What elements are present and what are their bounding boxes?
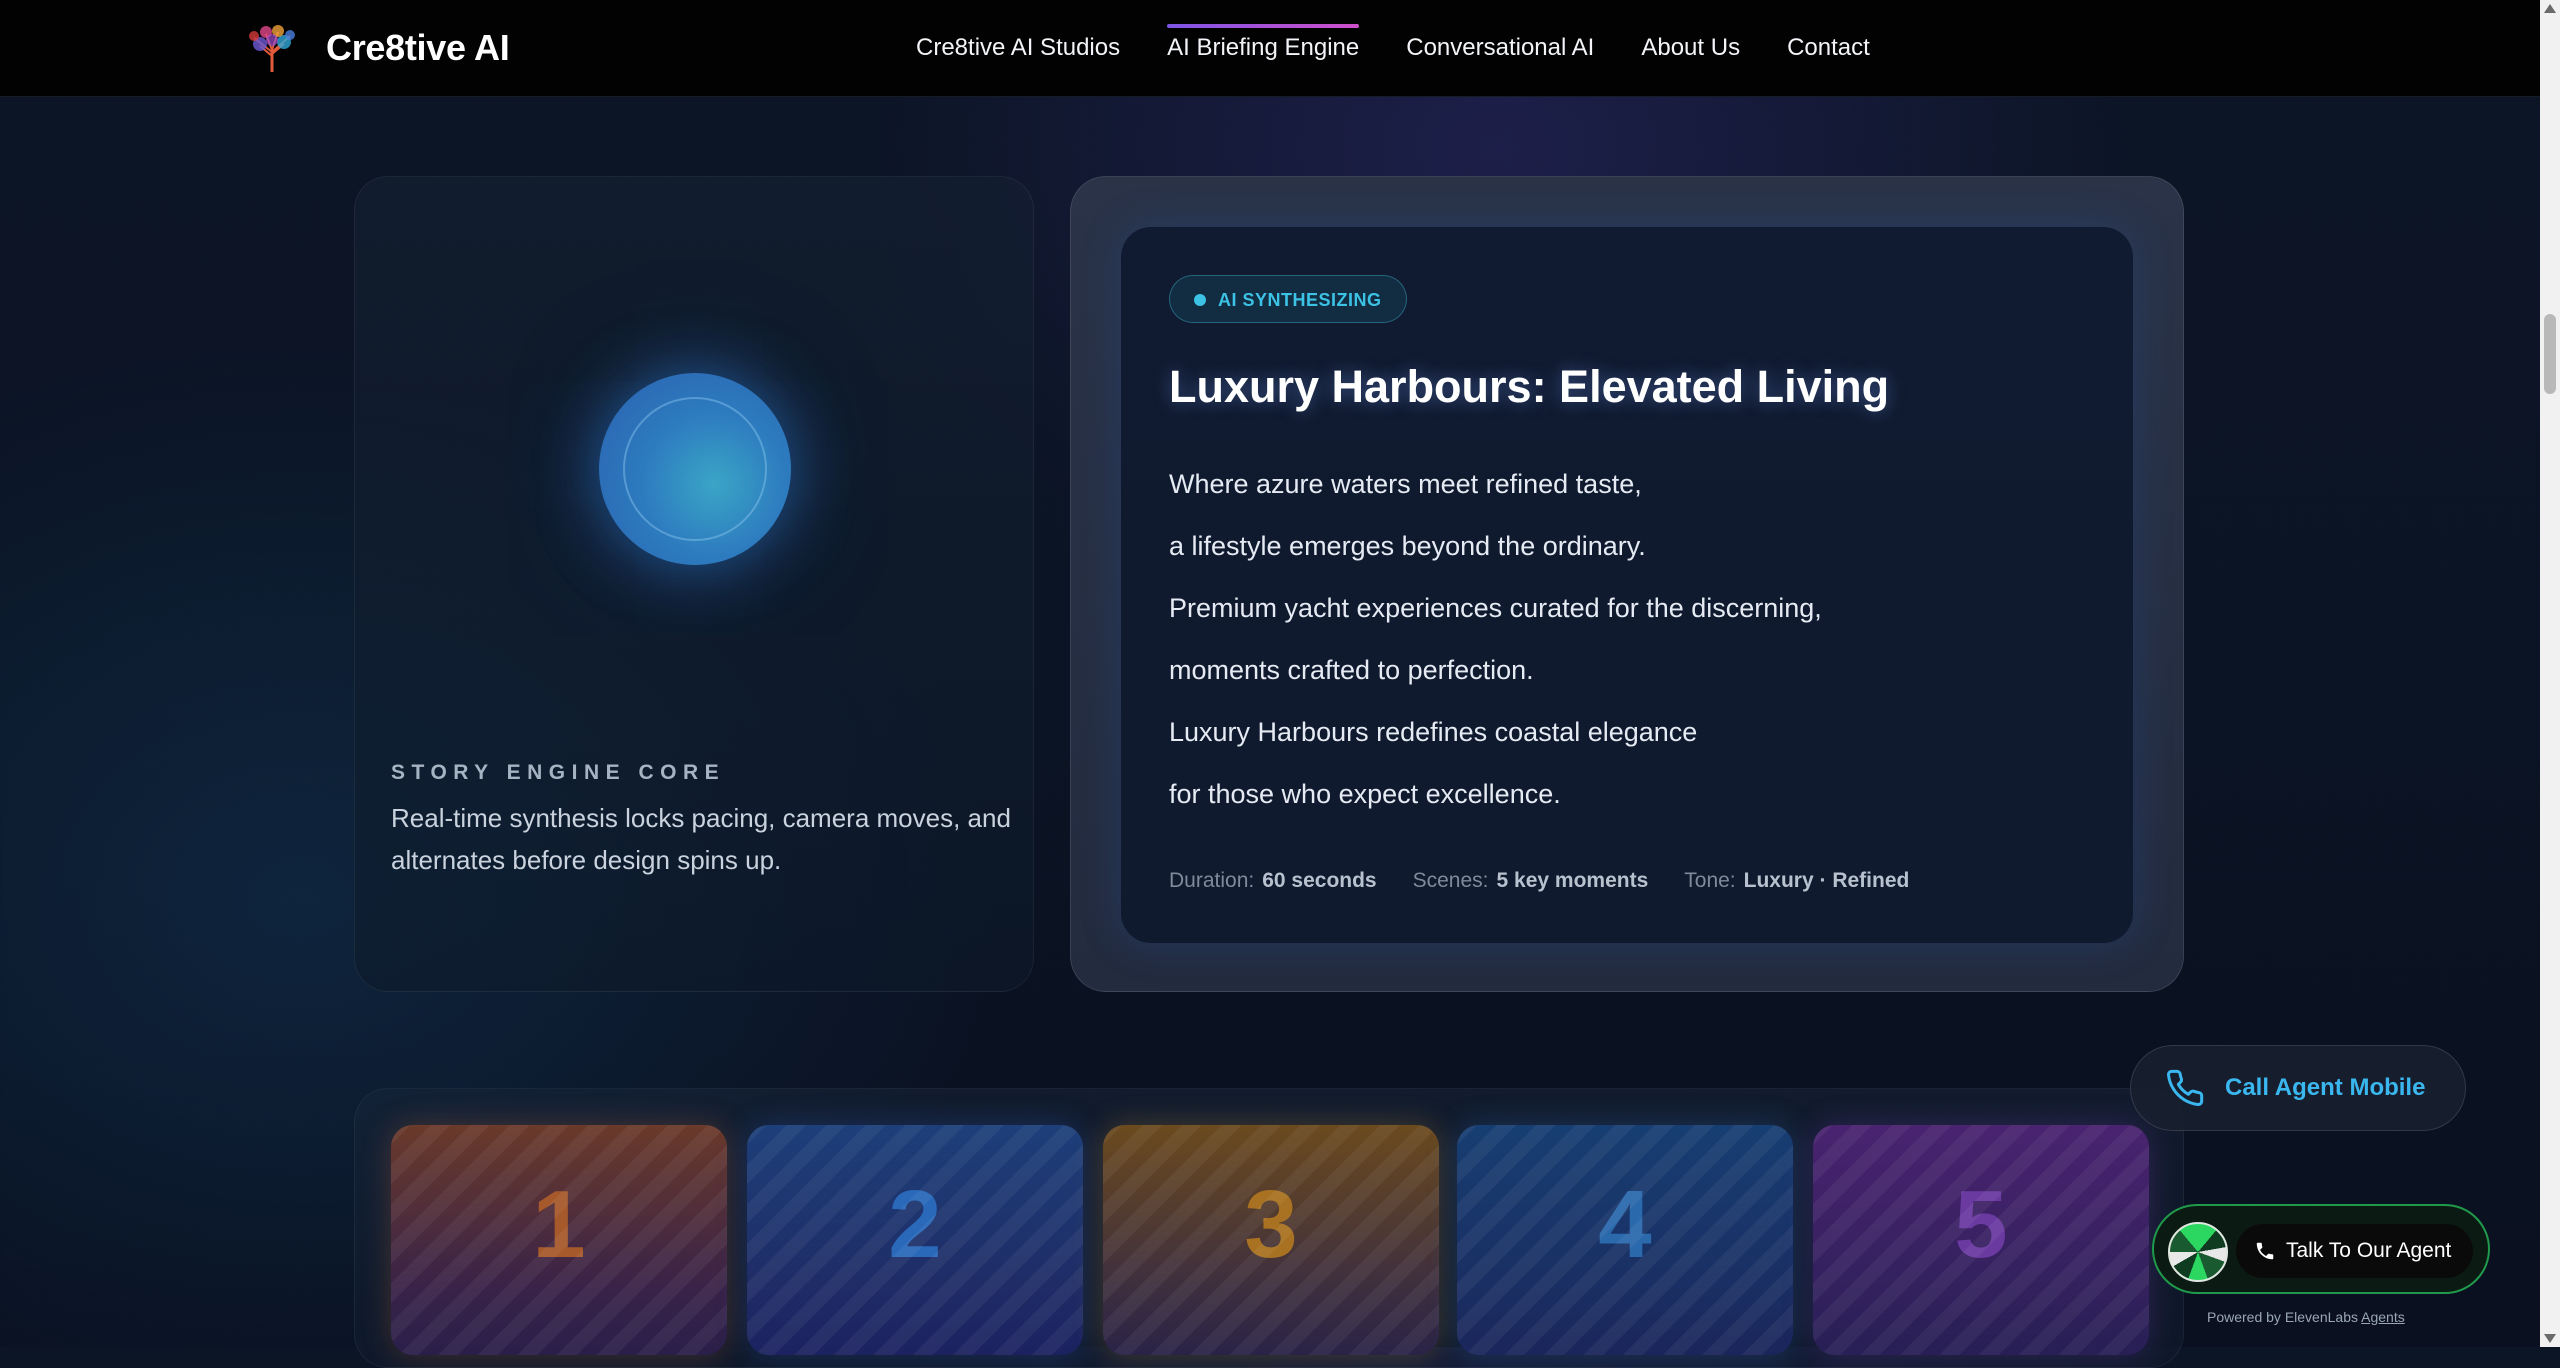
voice-agent-widget: Talk To Our Agent: [2152, 1204, 2490, 1294]
powered-by-text: Powered by ElevenLabs: [2207, 1309, 2358, 1325]
script-line: Where azure waters meet refined taste,: [1169, 469, 1642, 499]
brand-name: Cre8tive AI: [326, 27, 510, 68]
main-nav: Cre8tive AI Studios AI Briefing Engine C…: [916, 0, 1917, 96]
status-badge-label: AI SYNTHESIZING: [1218, 290, 1382, 310]
status-dot-icon: [1194, 294, 1206, 306]
meta-tone: Tone: Luxury · Refined: [1684, 869, 1909, 893]
meta-value: 5 key moments: [1496, 869, 1649, 892]
core-description: Real-time synthesis locks pacing, camera…: [391, 803, 1011, 875]
scroll-up-arrow-icon[interactable]: [2544, 4, 2556, 13]
talk-to-agent-label: Talk To Our Agent: [2286, 1239, 2452, 1262]
nav-item-contact[interactable]: Contact: [1787, 34, 1870, 62]
script-line: Luxury Harbours redefines coastal elegan…: [1169, 717, 1698, 747]
nav-item-about-us[interactable]: About Us: [1641, 34, 1740, 62]
scenes-strip: 1 2 3 4 5: [354, 1088, 2184, 1368]
script-line: a lifestyle emerges beyond the ordinary.: [1169, 531, 1646, 561]
nav-item-studios[interactable]: Cre8tive AI Studios: [916, 34, 1120, 62]
meta-label: Duration:: [1169, 869, 1255, 892]
phone-icon: [2256, 1242, 2274, 1260]
scroll-thumb[interactable]: [2544, 314, 2556, 394]
meta-value: Luxury · Refined: [1743, 869, 1910, 892]
brand[interactable]: Cre8tive AI: [244, 22, 510, 74]
meta-value: 60 seconds: [1262, 869, 1377, 892]
talk-to-agent-button[interactable]: Talk To Our Agent: [2236, 1224, 2474, 1278]
call-agent-mobile-label: Call Agent Mobile: [2225, 1074, 2426, 1101]
agent-avatar: [2168, 1222, 2228, 1282]
core-label: STORY ENGINE CORE: [391, 761, 726, 784]
script-line: Premium yacht experiences curated for th…: [1169, 593, 1822, 623]
scene-card-5[interactable]: 5: [1813, 1125, 2149, 1355]
script-line: moments crafted to perfection.: [1169, 655, 1534, 685]
brief-script: Where azure waters meet refined taste, a…: [1169, 453, 1822, 825]
call-agent-mobile-button[interactable]: Call Agent Mobile: [2130, 1045, 2466, 1131]
brief-panel: AI SYNTHESIZING Luxury Harbours: Elevate…: [1121, 227, 2133, 943]
brief-card: AI SYNTHESIZING Luxury Harbours: Elevate…: [1070, 176, 2184, 992]
story-engine-core-card: STORY ENGINE CORE Real-time synthesis lo…: [354, 176, 1034, 992]
meta-scenes: Scenes: 5 key moments: [1413, 869, 1649, 893]
meta-label: Scenes:: [1412, 869, 1489, 892]
script-line: for those who expect excellence.: [1169, 779, 1561, 809]
brief-title: Luxury Harbours: Elevated Living: [1169, 361, 1890, 412]
meta-label: Tone:: [1684, 869, 1736, 892]
nav-item-briefing-engine[interactable]: AI Briefing Engine: [1167, 24, 1360, 62]
scroll-down-arrow-icon[interactable]: [2544, 1334, 2556, 1343]
engine-orb-icon: [599, 373, 791, 565]
meta-duration: Duration: 60 seconds: [1169, 869, 1377, 893]
phone-icon: [2167, 1069, 2204, 1106]
brief-meta: Duration: 60 seconds Scenes: 5 key moments…: [1169, 869, 1945, 893]
engine-orb-ring: [623, 397, 767, 541]
page-scrollbar[interactable]: [2540, 0, 2560, 1347]
scene-card-1[interactable]: 1: [391, 1125, 727, 1355]
scene-card-4[interactable]: 4: [1457, 1125, 1793, 1355]
tree-logo-icon: [249, 25, 295, 72]
top-navigation-bar: Cre8tive AI Cre8tive AI Studios AI Brief…: [0, 0, 2540, 97]
nav-item-conversational-ai[interactable]: Conversational AI: [1406, 34, 1594, 62]
status-badge: AI SYNTHESIZING: [1169, 275, 1407, 323]
scene-card-3[interactable]: 3: [1103, 1125, 1439, 1355]
scene-card-2[interactable]: 2: [747, 1125, 1083, 1355]
agents-link[interactable]: Agents: [2361, 1309, 2405, 1325]
powered-by-note: Powered by ElevenLabs Agents: [2207, 1309, 2405, 1325]
